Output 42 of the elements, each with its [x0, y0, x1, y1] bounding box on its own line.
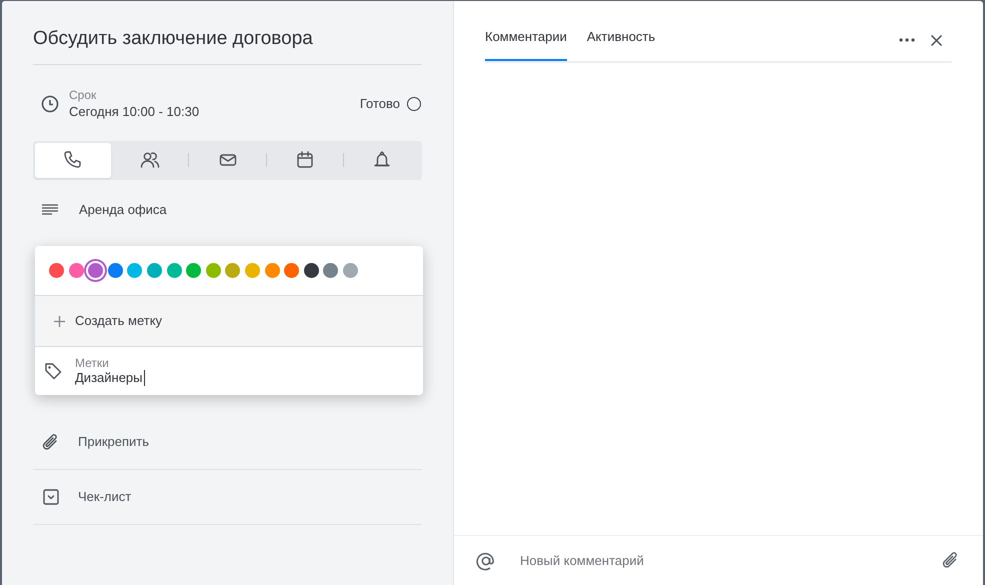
color-swatch[interactable]	[244, 263, 260, 278]
panel-tab[interactable]: Активность	[586, 27, 656, 61]
color-swatch[interactable]	[304, 263, 319, 278]
checklist-icon	[41, 486, 61, 506]
checklist-action[interactable]: Чек-лист	[78, 486, 132, 506]
deadline-label: Срок	[69, 86, 98, 102]
phone-icon	[63, 150, 84, 170]
done-label: Готово	[360, 94, 400, 113]
people-icon	[140, 150, 160, 170]
color-swatch[interactable]	[108, 263, 123, 278]
color-swatch[interactable]	[166, 263, 182, 278]
color-swatch[interactable]	[323, 263, 338, 278]
color-swatch[interactable]	[284, 263, 300, 278]
color-swatch[interactable]	[186, 263, 202, 278]
text-lines-icon	[42, 204, 58, 215]
color-swatch[interactable]	[146, 263, 162, 278]
labels-field[interactable]: Дизайнеры	[75, 370, 145, 386]
color-swatch[interactable]	[264, 263, 280, 278]
description-text[interactable]: Аренда офиса	[79, 200, 167, 220]
attach-action[interactable]: Прикрепить	[78, 432, 150, 452]
panel-tab[interactable]: Комментарии	[485, 27, 567, 61]
color-swatch[interactable]	[342, 263, 358, 278]
activity-type-tab[interactable]	[35, 142, 112, 178]
clock-icon	[41, 94, 59, 112]
deadline-value[interactable]: Сегодня 10:00 - 10:30	[69, 102, 200, 120]
more-icon[interactable]	[899, 38, 915, 42]
task-title[interactable]: Обсудить заключение договора	[33, 25, 422, 64]
at-sign-icon[interactable]	[476, 550, 496, 570]
color-swatch[interactable]	[49, 263, 64, 278]
done-checkbox[interactable]	[407, 96, 421, 110]
create-label-button[interactable]: Создать метку	[35, 296, 423, 347]
color-swatch[interactable]	[127, 263, 142, 278]
calendar-icon	[294, 150, 315, 170]
tag-icon	[44, 362, 62, 380]
color-swatch[interactable]	[206, 263, 221, 278]
plus-icon	[54, 316, 65, 326]
comment-input[interactable]: Новый комментарий	[520, 550, 941, 570]
field-label: Метки	[75, 356, 110, 370]
color-swatch[interactable]	[88, 263, 104, 278]
close-icon[interactable]	[931, 35, 942, 46]
color-swatch[interactable]	[225, 263, 240, 278]
color-swatch[interactable]	[68, 263, 84, 278]
